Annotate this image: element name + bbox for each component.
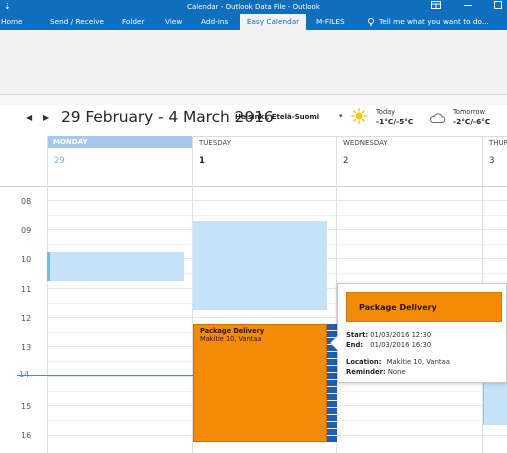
hour-label: 13: [21, 343, 32, 352]
tab-folder[interactable]: Folder: [122, 14, 145, 30]
hour-label: 11: [21, 285, 32, 294]
ribbon-tabs: Home Send / Receive Folder View Add-ins …: [0, 14, 507, 30]
minimize-icon[interactable]: [463, 1, 477, 12]
popup-start-value: 01/03/2016 12:30: [370, 331, 432, 339]
popup-end-label: End:: [346, 341, 364, 349]
all-day-separator: [47, 186, 507, 187]
hour-label: 16: [21, 431, 32, 440]
lightbulb-icon: [368, 18, 374, 26]
day-header-tuesday[interactable]: TUESDAY: [193, 136, 336, 148]
day-header-wednesday[interactable]: WEDNESDAY: [337, 136, 482, 148]
tell-me-text: Tell me what you want to do...: [379, 17, 489, 26]
weather-tomorrow-temp: -2°C/-6°C: [453, 117, 491, 126]
event-thursday-block[interactable]: [483, 382, 507, 425]
ribbon-shadow-area: [0, 95, 507, 105]
day-header-thursday[interactable]: THURSDAY: [483, 136, 507, 148]
hour-label: 10: [21, 255, 32, 264]
popup-location-value: Makitie 10, Vantaa: [386, 358, 450, 366]
popup-start-label: Start:: [346, 331, 369, 339]
day-header-monday[interactable]: MONDAY: [47, 136, 192, 148]
weather-tomorrow-label: Tomorrow: [453, 108, 485, 116]
hour-label: 09: [21, 226, 32, 235]
date-number-tuesday[interactable]: 1: [199, 156, 205, 166]
tab-easy-calendar[interactable]: Easy Calendar: [240, 14, 306, 30]
next-week-button[interactable]: ▶: [43, 113, 49, 122]
location-dropdown-icon[interactable]: ▾: [339, 112, 343, 120]
hour-label: 08: [21, 197, 32, 206]
date-number-thursday[interactable]: 3: [489, 156, 494, 166]
current-time-line: [17, 375, 193, 376]
current-time-hour-label: 14: [19, 370, 30, 379]
popup-reminder-label: Reminder:: [346, 368, 386, 376]
event-location: Makitie 10, Vantaa: [200, 335, 262, 343]
event-monday-block[interactable]: [47, 252, 184, 281]
tell-me-box[interactable]: Tell me what you want to do...: [367, 14, 489, 30]
popup-location-row: Location: Makitie 10, Vantaa: [346, 358, 450, 366]
date-number-monday[interactable]: 29: [54, 156, 65, 166]
popup-end-value: 01/03/2016 16:30: [370, 341, 432, 349]
previous-week-button[interactable]: ◀: [26, 113, 32, 122]
time-column-separator: [0, 186, 47, 187]
popup-arrow-inner: [331, 336, 338, 350]
ribbon-content: [0, 30, 507, 94]
popup-header: Package Delivery: [346, 292, 502, 322]
weather-today-temp: -1°C/-5°C: [376, 117, 414, 126]
tab-home[interactable]: Home: [0, 14, 28, 30]
column-divider: [47, 136, 48, 453]
weather-today-label: Today: [376, 108, 396, 116]
tab-add-ins[interactable]: Add-ins: [201, 14, 228, 30]
hour-label: 15: [21, 402, 32, 411]
popup-title: Package Delivery: [359, 303, 437, 312]
maximize-icon[interactable]: [493, 1, 507, 12]
hour-label: 12: [21, 314, 32, 323]
tab-m-files[interactable]: M-FILES: [316, 14, 345, 30]
tab-view[interactable]: View: [165, 14, 182, 30]
tab-send-receive[interactable]: Send / Receive: [50, 14, 104, 30]
event-details-popup: Package Delivery Start: 01/03/2016 12:30…: [337, 283, 507, 383]
cloud-icon: [430, 113, 446, 123]
popup-location-label: Location:: [346, 358, 382, 366]
event-tuesday-block[interactable]: [193, 221, 327, 310]
popup-end-row: End: 01/03/2016 16:30: [346, 341, 431, 349]
half-hour-line: [47, 215, 507, 216]
hour-line: [47, 200, 507, 201]
weather-location[interactable]: Helsinki, Etelä-Suomi: [235, 113, 319, 121]
ribbon-display-options-icon[interactable]: [431, 1, 445, 12]
popup-reminder-row: Reminder: None: [346, 368, 406, 376]
event-title: Package Delivery: [200, 327, 265, 335]
title-bar: ⇣ Calendar - Outlook Data File - Outlook: [0, 0, 507, 14]
popup-start-row: Start: 01/03/2016 12:30: [346, 331, 431, 339]
date-number-wednesday[interactable]: 2: [343, 156, 348, 166]
sun-icon: [351, 108, 367, 124]
event-package-delivery[interactable]: Package Delivery Makitie 10, Vantaa: [193, 324, 327, 442]
popup-reminder-value: None: [387, 368, 406, 376]
